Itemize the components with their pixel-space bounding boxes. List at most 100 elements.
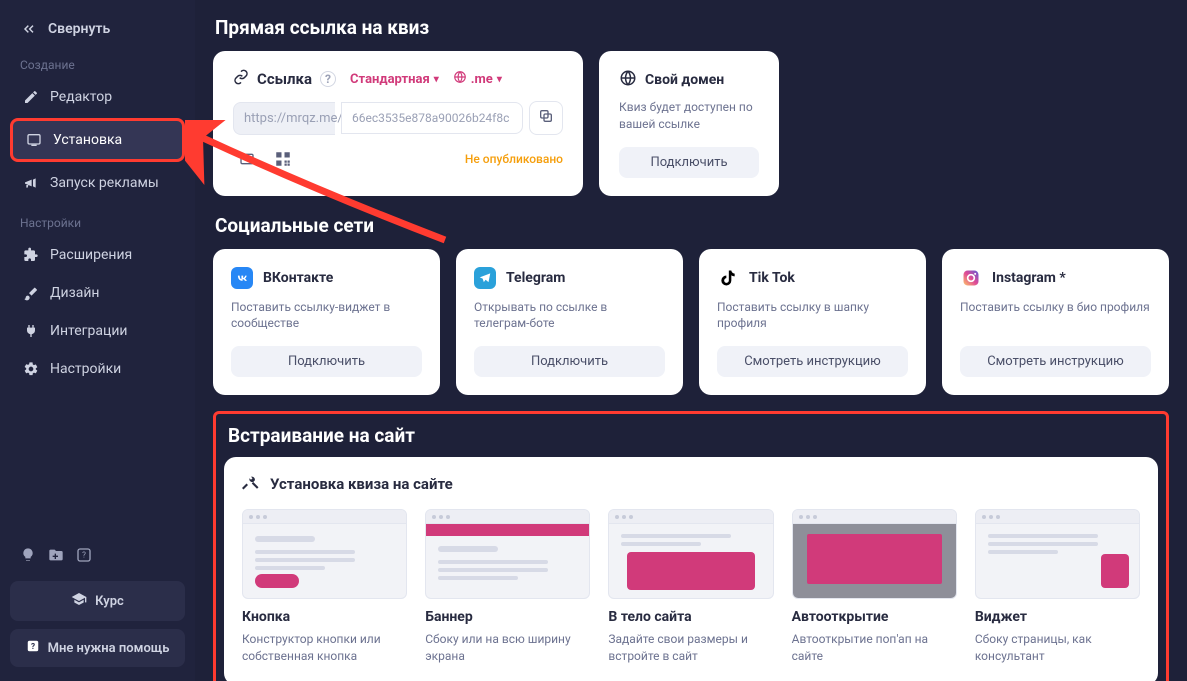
- sidebar-item-label: Запуск рекламы: [50, 175, 159, 191]
- social-name: Instagram *: [992, 270, 1066, 286]
- vk-icon: [231, 267, 253, 289]
- section-label-settings: Настройки: [20, 216, 185, 230]
- social-card-vk: ВКонтакте Поставить ссылку-виджет в сооб…: [213, 249, 440, 396]
- link-id-input[interactable]: 66ec3535e878a90026b24f8c: [341, 102, 523, 134]
- social-sub: Открывать по ссылке в телеграм-боте: [474, 299, 665, 333]
- qr-code-icon[interactable]: [269, 147, 297, 171]
- globe-icon: [453, 70, 467, 88]
- folder-plus-icon[interactable]: [48, 547, 64, 567]
- svg-text:?: ?: [82, 551, 86, 560]
- sidebar-bottom-icons: ?: [10, 541, 185, 573]
- section-title-embed: Встраивание на сайт: [228, 424, 1158, 447]
- embed-desc: Сбоку или на всю ширину экрана: [425, 631, 590, 665]
- gear-icon: [22, 360, 40, 378]
- embed-option-banner[interactable]: Баннер Сбоку или на всю ширину экрана: [425, 509, 590, 665]
- question-square-icon[interactable]: ?: [76, 547, 92, 567]
- embed-thumb-button: [242, 509, 407, 599]
- section-title-direct-link: Прямая ссылка на квиз: [215, 16, 1169, 39]
- social-card-instagram: Instagram * Поставить ссылку в био профи…: [942, 249, 1169, 396]
- embed-thumb-body: [608, 509, 773, 599]
- social-btn-telegram[interactable]: Подключить: [474, 346, 665, 377]
- globe-dark-icon: [619, 69, 637, 91]
- social-sub: Поставить ссылку-виджет в сообществе: [231, 299, 422, 333]
- help-label: Мне нужна помощь: [48, 641, 170, 656]
- own-domain-title: Свой домен: [645, 72, 724, 88]
- sidebar-item-settings[interactable]: Настройки: [10, 350, 185, 388]
- brush-icon: [22, 284, 40, 302]
- tools-icon: [242, 473, 260, 495]
- link-domain-label: .me: [471, 72, 493, 87]
- sidebar-item-integrations[interactable]: Интеграции: [10, 312, 185, 350]
- own-domain-card: Свой домен Квиз будет доступен по вашей …: [599, 51, 779, 196]
- social-name: Tik Tok: [749, 270, 795, 286]
- connect-domain-button[interactable]: Подключить: [619, 147, 759, 178]
- help-tooltip-icon[interactable]: ?: [320, 71, 336, 87]
- sidebar-item-label: Расширения: [50, 247, 132, 263]
- sidebar-item-extensions[interactable]: Расширения: [10, 236, 185, 274]
- embed-option-autoopen[interactable]: Автооткрытие Автооткрытие поп'ап на сайт…: [792, 509, 957, 665]
- megaphone-icon: [22, 174, 40, 192]
- sidebar: Свернуть Создание Редактор Установка Зап…: [0, 0, 195, 681]
- link-type-label: Стандартная: [350, 72, 430, 87]
- embed-card-title: Установка квиза на сайте: [270, 475, 453, 493]
- copy-icon: [538, 108, 554, 128]
- sidebar-item-install[interactable]: Установка: [10, 118, 185, 162]
- link-type-dropdown[interactable]: Стандартная ▾: [350, 72, 439, 87]
- sidebar-item-design[interactable]: Дизайн: [10, 274, 185, 312]
- chevron-down-icon: ▾: [434, 74, 439, 85]
- social-sub: Поставить ссылку в био профиля: [960, 299, 1151, 333]
- embed-thumb-banner: [425, 509, 590, 599]
- instagram-icon: [960, 267, 982, 289]
- embed-thumb-autoopen: [792, 509, 957, 599]
- social-btn-tiktok[interactable]: Смотреть инструкцию: [717, 346, 908, 377]
- embed-desc: Автооткрытие поп'ап на сайте: [792, 631, 957, 665]
- embed-option-widget[interactable]: Виджет Сбоку страницы, как консультант: [975, 509, 1140, 665]
- embed-option-body[interactable]: В тело сайта Задайте свои размеры и встр…: [608, 509, 773, 665]
- embed-name: Кнопка: [242, 609, 407, 625]
- own-domain-sub: Квиз будет доступен по вашей ссылке: [619, 99, 759, 133]
- graduation-cap-icon: [71, 591, 87, 611]
- social-card-tiktok: Tik Tok Поставить ссылку в шапку профиля…: [699, 249, 926, 396]
- embed-desc: Задайте свои размеры и встройте в сайт: [608, 631, 773, 665]
- social-name: ВКонтакте: [263, 270, 333, 286]
- embed-option-button[interactable]: Кнопка Конструктор кнопки или собственна…: [242, 509, 407, 665]
- embed-name: Баннер: [425, 609, 590, 625]
- sidebar-item-label: Интеграции: [50, 323, 128, 339]
- link-domain-dropdown[interactable]: .me ▾: [453, 70, 502, 88]
- social-btn-instagram[interactable]: Смотреть инструкцию: [960, 346, 1151, 377]
- embed-highlight-wrap: Встраивание на сайт Установка квиза на с…: [213, 411, 1169, 681]
- course-button[interactable]: Курс: [10, 581, 185, 621]
- sidebar-item-editor[interactable]: Редактор: [10, 78, 185, 116]
- section-label-create: Создание: [20, 58, 185, 72]
- social-name: Telegram: [506, 270, 565, 286]
- help-button[interactable]: ? Мне нужна помощь: [10, 629, 185, 667]
- social-sub: Поставить ссылку в шапку профиля: [717, 299, 908, 333]
- lightbulb-icon[interactable]: [20, 547, 36, 567]
- sidebar-item-label: Установка: [53, 132, 122, 148]
- direct-link-card: Ссылка ? Стандартная ▾ .me ▾ https://mrq…: [213, 51, 583, 196]
- collapse-sidebar[interactable]: Свернуть: [10, 14, 185, 44]
- embed-card: Установка квиза на сайте Кнопка Конструк…: [224, 457, 1158, 681]
- embed-name: Виджет: [975, 609, 1140, 625]
- embed-desc: Конструктор кнопки или собственная кнопк…: [242, 631, 407, 665]
- chevron-down-icon: ▾: [497, 74, 502, 85]
- sidebar-item-ads[interactable]: Запуск рекламы: [10, 164, 185, 202]
- chain-link-icon: [233, 69, 249, 89]
- svg-text:?: ?: [31, 641, 35, 651]
- section-title-socials: Социальные сети: [215, 214, 1169, 237]
- sidebar-item-label: Дизайн: [50, 285, 100, 301]
- chevron-double-left-icon: [20, 20, 38, 38]
- social-card-telegram: Telegram Открывать по ссылке в телеграм-…: [456, 249, 683, 396]
- embed-thumb-widget: [975, 509, 1140, 599]
- telegram-icon: [474, 267, 496, 289]
- embed-name: В тело сайта: [608, 609, 773, 625]
- embed-desc: Сбоку страницы, как консультант: [975, 631, 1140, 665]
- open-link-icon[interactable]: [233, 147, 261, 171]
- social-btn-vk[interactable]: Подключить: [231, 346, 422, 377]
- link-prefix: https://mrqz.me/: [233, 102, 335, 135]
- course-label: Курс: [95, 594, 124, 609]
- copy-link-button[interactable]: [529, 101, 563, 135]
- embed-name: Автооткрытие: [792, 609, 957, 625]
- sidebar-item-label: Настройки: [50, 361, 121, 377]
- main-content: Прямая ссылка на квиз Ссылка ? Стандартн…: [195, 0, 1187, 681]
